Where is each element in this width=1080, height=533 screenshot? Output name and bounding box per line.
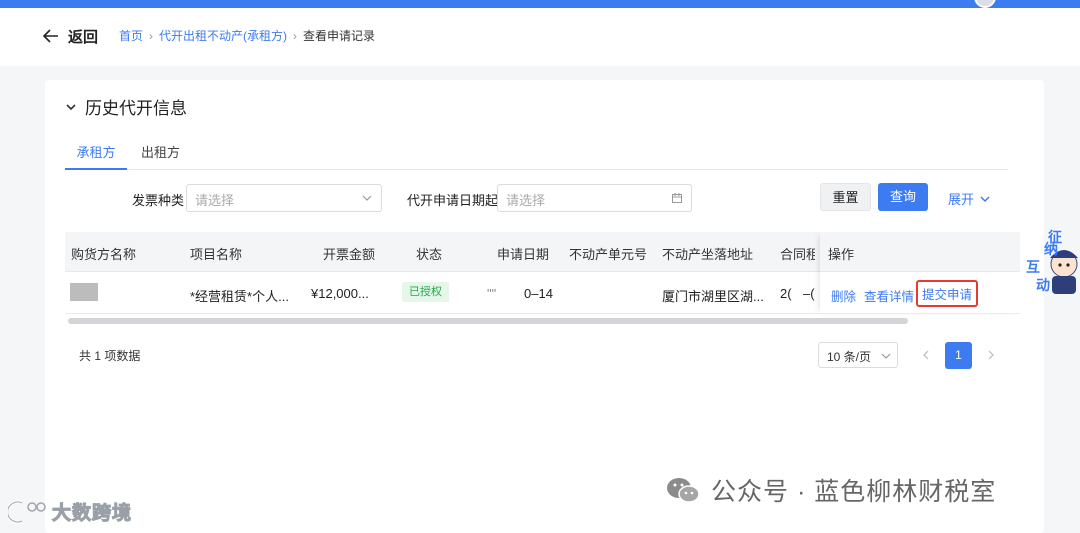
- query-button[interactable]: 查询: [878, 183, 928, 211]
- chevron-right-icon: ›: [293, 28, 298, 43]
- arrow-left-icon: [42, 29, 58, 43]
- widget-text-2: 互: [1026, 260, 1040, 276]
- widget-text-1: 征: [1048, 229, 1062, 246]
- section-toggle[interactable]: 历史代开信息: [65, 94, 187, 119]
- date-label: 代开申请日期起: [407, 193, 499, 208]
- tab-bar: 承租方 出租方: [65, 138, 1008, 170]
- tax-interaction-widget[interactable]: 纳 征 互 动: [1026, 228, 1080, 298]
- reset-button[interactable]: 重置: [820, 183, 871, 211]
- date-placeholder: 请选择: [506, 193, 546, 208]
- breadcrumb-parent[interactable]: 代开出租不动产(承租方): [159, 27, 287, 44]
- expand-button[interactable]: 展开: [948, 189, 990, 208]
- total-count: 共 1 项数据: [79, 349, 141, 363]
- status-badge: 已授权: [402, 282, 449, 302]
- watermark-logo-icon: [8, 500, 46, 523]
- chevron-down-icon: [362, 195, 372, 201]
- history-card: 历史代开信息 承租方 出租方 发票种类 请选择 代开申请日期起 请选择 重置 查…: [45, 80, 1044, 533]
- watermark-left-text: 大数跨境: [51, 503, 133, 525]
- widget-text-3: 动: [1036, 277, 1050, 294]
- tab-lessor[interactable]: 出租方: [141, 142, 180, 170]
- cell-date-partial: "": [487, 286, 497, 301]
- section-title: 历史代开信息: [85, 99, 187, 118]
- back-button[interactable]: 返回: [42, 24, 98, 48]
- page-header: 返回 首页 › 代开出租不动产(承租方) › 查看申请记录: [0, 8, 1080, 66]
- page-number[interactable]: 1: [945, 342, 972, 369]
- invoice-type-label: 发票种类: [132, 193, 185, 208]
- chevron-down-icon: [980, 195, 990, 202]
- chevron-down-icon: [881, 353, 891, 359]
- col-item: 项目名称: [190, 247, 243, 262]
- col-buyer: 购货方名称: [71, 247, 137, 262]
- back-label: 返回: [68, 28, 99, 46]
- calendar-icon: [672, 193, 682, 203]
- date-picker[interactable]: 请选择: [497, 184, 692, 212]
- mascot-icon: 纳 征 互 动: [1026, 229, 1078, 294]
- buyer-redacted: [70, 283, 98, 301]
- cell-amount: ¥12,000...: [311, 286, 369, 301]
- col-address: 不动产坐落地址: [662, 247, 754, 262]
- cell-address: 厦门市湖里区湖...: [662, 289, 764, 304]
- expand-label: 展开: [948, 192, 975, 207]
- cell-item: *经营租赁*个人...: [190, 289, 289, 304]
- cell-contract-2: –(: [803, 286, 815, 301]
- invoice-type-select[interactable]: 请选择: [186, 184, 382, 212]
- cell-contract: 2(: [780, 286, 792, 301]
- tab-lessee[interactable]: 承租方: [65, 142, 127, 170]
- avatar[interactable]: [974, 0, 996, 8]
- breadcrumb-current: 查看申请记录: [303, 29, 376, 43]
- col-date: 申请日期: [497, 247, 550, 262]
- col-amount: 开票金额: [323, 247, 376, 262]
- invoice-type-placeholder: 请选择: [195, 193, 235, 208]
- page-size-label: 10 条/页: [827, 350, 872, 364]
- watermark-left: 大数跨境: [8, 498, 132, 525]
- chevron-down-icon: [66, 103, 76, 110]
- next-page-icon[interactable]: [984, 348, 998, 362]
- breadcrumb: 首页 › 代开出租不动产(承租方) › 查看申请记录: [119, 27, 375, 44]
- horizontal-scrollbar[interactable]: [68, 318, 908, 324]
- breadcrumb-home[interactable]: 首页: [119, 27, 143, 44]
- watermark-right: 公众号 · 蓝色柳林财税室: [665, 472, 996, 508]
- page-size-select[interactable]: 10 条/页: [818, 342, 898, 368]
- col-contract: 合同租: [780, 247, 815, 262]
- top-bar: [0, 0, 1080, 8]
- prev-page-icon[interactable]: [919, 348, 933, 362]
- chevron-right-icon: ›: [149, 28, 154, 43]
- col-status: 状态: [416, 247, 443, 262]
- fixed-actions-column: [820, 232, 1020, 314]
- watermark-right-text: 公众号 · 蓝色柳林财税室: [711, 478, 997, 506]
- wechat-icon: [667, 478, 700, 503]
- col-unit-no: 不动产单元号: [569, 247, 648, 262]
- records-table: 购货方名称 项目名称 开票金额 状态 申请日期 不动产单元号 不动产坐落地址 合…: [65, 232, 1020, 324]
- cell-date: 0–14: [524, 286, 553, 301]
